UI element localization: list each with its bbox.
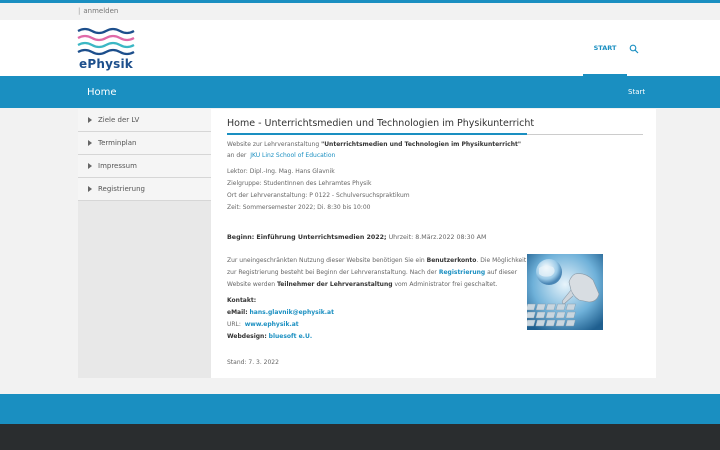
beginn-line: Beginn: Einführung Unterrichtsmedien 202… — [227, 234, 486, 241]
site-logo[interactable]: ePhysik — [77, 27, 137, 73]
url-line: URL: www.ephysik.at — [227, 321, 299, 328]
page-title: Home — [87, 87, 117, 98]
kontakt-heading: Kontakt: — [227, 297, 256, 304]
hand-keyboard-image — [527, 254, 603, 330]
nav-start-label: START — [593, 44, 617, 52]
caret-right-icon — [88, 186, 92, 192]
url-link[interactable]: www.ephysik.at — [245, 321, 299, 328]
caret-right-icon — [88, 163, 92, 169]
sidebar-item-label: Impressum — [98, 162, 137, 170]
main-content: Home - Unterrichtsmedien und Technologie… — [211, 109, 656, 378]
ort-text: Ort der Lehrveranstaltung: P 0122 - Schu… — [227, 192, 410, 199]
email-line: eMail: hans.glavnik@ephysik.at — [227, 309, 334, 316]
intro-course: "Unterrichtsmedien und Technologien im P… — [321, 141, 521, 148]
intro-prefix: Website zur Lehrveranstaltung — [227, 141, 320, 148]
intro-school-line: an der JKU Linz School of Education — [227, 152, 335, 159]
stand-text: Stand: 7. 3. 2022 — [227, 359, 279, 366]
para3-text: Website werden — [227, 281, 276, 288]
para-line-3: Website werden Teilnehmer der Lehrverans… — [227, 281, 497, 288]
sidebar-item-label: Ziele der LV — [98, 116, 140, 124]
para2-text: zur Registrierung besteht bei Beginn der… — [227, 269, 437, 276]
login-area: | anmelden — [78, 7, 118, 15]
intro-line: Website zur Lehrveranstaltung "Unterrich… — [227, 141, 521, 148]
caret-right-icon — [88, 117, 92, 123]
teilnehmer-text: Teilnehmer der Lehrveranstaltung — [277, 281, 393, 288]
beginn-time: Uhrzeit: 8.März.2022 08:30 AM — [388, 234, 487, 241]
wave-logo-icon — [77, 27, 135, 56]
page-banner: Home Start — [0, 76, 720, 108]
email-link[interactable]: hans.glavnik@ephysik.at — [250, 309, 334, 316]
webdesign-link[interactable]: bluesoft e.U. — [269, 333, 312, 340]
benutzerkonto-text: Benutzerkonto — [426, 257, 477, 264]
site-header: ePhysik START — [0, 20, 720, 76]
login-link[interactable]: anmelden — [83, 7, 118, 15]
sidebar-item-impressum[interactable]: Impressum — [78, 155, 211, 178]
nav-start[interactable]: START — [583, 20, 627, 76]
para2-end: auf dieser — [487, 269, 518, 276]
sidebar-item-registrierung[interactable]: Registrierung — [78, 178, 211, 201]
breadcrumb[interactable]: Start — [628, 88, 645, 96]
para3-end: vom Administrator frei geschaltet. — [394, 281, 498, 288]
para-line-2: zur Registrierung besteht bei Beginn der… — [227, 269, 517, 276]
top-utility-bar: | anmelden — [0, 3, 720, 20]
para1-text: Zur uneingeschränkten Nutzung dieser Web… — [227, 257, 425, 264]
intro-at: an der — [227, 152, 247, 159]
logo-wordmark: ePhysik — [79, 57, 133, 71]
webdesign-line: Webdesign: bluesoft e.U. — [227, 333, 312, 340]
sidebar-item-label: Registrierung — [98, 185, 145, 193]
kontakt-label: Kontakt: — [227, 297, 257, 304]
para1-end: . Die Möglichkeit — [476, 257, 527, 264]
sidebar: Ziele der LV Terminplan Impressum Regist… — [78, 109, 211, 378]
registrierung-link[interactable]: Registrierung — [439, 269, 485, 276]
login-separator: | — [78, 7, 81, 15]
zielgruppe-text: Zielgruppe: StudentInnen des Lehramtes P… — [227, 180, 372, 187]
sidebar-item-label: Terminplan — [98, 139, 137, 147]
footer-accent-band — [0, 394, 720, 424]
beginn-title: Beginn: Einführung Unterrichtsmedien 202… — [227, 234, 387, 241]
sidebar-item-ziele[interactable]: Ziele der LV — [78, 109, 211, 132]
heading-accent-rule — [227, 133, 527, 135]
search-icon[interactable] — [629, 44, 639, 54]
email-label: eMail: — [227, 309, 248, 316]
caret-right-icon — [88, 140, 92, 146]
lektor-text: Lektor: Dipl.-Ing. Mag. Hans Glavnik — [227, 168, 335, 175]
hand-keyboard-illustration — [527, 254, 603, 330]
school-link[interactable]: JKU Linz School of Education — [250, 152, 335, 159]
sidebar-item-terminplan[interactable]: Terminplan — [78, 132, 211, 155]
site-footer — [0, 424, 720, 450]
para-line-1: Zur uneingeschränkten Nutzung dieser Web… — [227, 257, 526, 264]
webdesign-label: Webdesign: — [227, 333, 267, 340]
zeit-text: Zeit: Sommersemester 2022; Di. 8:30 bis … — [227, 204, 371, 211]
url-label: URL: — [227, 321, 241, 328]
content-heading: Home - Unterrichtsmedien und Technologie… — [227, 118, 535, 129]
